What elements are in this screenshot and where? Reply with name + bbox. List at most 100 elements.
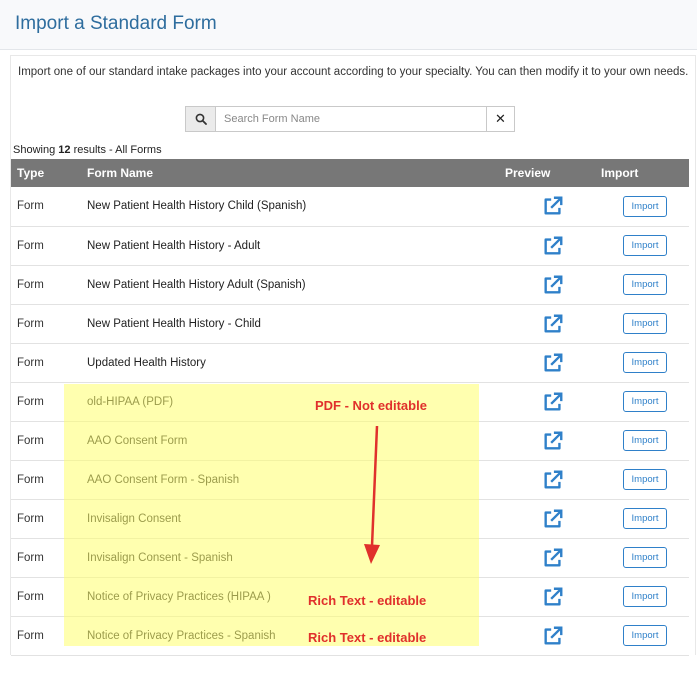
import-button[interactable]: Import xyxy=(623,625,667,646)
results-count: 12 xyxy=(58,144,71,156)
row-type: Form xyxy=(17,239,44,252)
row-import-cell: Import xyxy=(601,616,689,655)
import-button[interactable]: Import xyxy=(623,508,667,529)
row-import-cell: Import xyxy=(601,304,689,343)
column-header-type: Type xyxy=(17,166,45,180)
search-input[interactable] xyxy=(216,107,486,131)
row-form-name: Updated Health History xyxy=(87,356,206,369)
external-link-icon[interactable] xyxy=(542,195,564,217)
row-preview-cell xyxy=(505,187,601,226)
table-row: Form Updated Health History Import xyxy=(11,343,689,382)
table-row: Form AAO Consent Form Import xyxy=(11,421,689,460)
search-bar: ✕ xyxy=(185,106,515,132)
row-preview-cell xyxy=(505,577,601,616)
import-button[interactable]: Import xyxy=(623,547,667,568)
row-form-name: Notice of Privacy Practices (HIPAA ) xyxy=(87,590,271,603)
row-preview-cell xyxy=(505,499,601,538)
external-link-icon[interactable] xyxy=(542,391,564,413)
page-header: Import a Standard Form xyxy=(0,0,697,50)
rich-text-editable-note-2: Rich Text - editable xyxy=(308,630,427,645)
import-button[interactable]: Import xyxy=(623,469,667,490)
pdf-not-editable-note: PDF - Not editable xyxy=(315,398,427,413)
row-preview-cell xyxy=(505,304,601,343)
row-form-name: New Patient Health History - Adult xyxy=(87,239,261,252)
row-import-cell: Import xyxy=(601,265,689,304)
table-header-row: Type Form Name Preview Import xyxy=(11,159,689,187)
external-link-icon[interactable] xyxy=(542,352,564,374)
table-row: Form Invisalign Consent - Spanish Import xyxy=(11,538,689,577)
row-type: Form xyxy=(17,551,44,564)
column-header-name: Form Name xyxy=(87,166,154,180)
external-link-icon[interactable] xyxy=(542,469,564,491)
close-icon: ✕ xyxy=(495,111,506,126)
row-preview-cell xyxy=(505,265,601,304)
page-title: Import a Standard Form xyxy=(15,13,217,34)
row-type: Form xyxy=(17,629,44,642)
table-row: Form New Patient Health History Adult (Sp… xyxy=(11,265,689,304)
row-form-name: AAO Consent Form xyxy=(87,434,188,447)
row-type: Form xyxy=(17,395,44,408)
row-form-name: Notice of Privacy Practices - Spanish xyxy=(87,629,276,642)
import-button[interactable]: Import xyxy=(623,352,667,373)
row-type: Form xyxy=(17,590,44,603)
row-type: Form xyxy=(17,434,44,447)
search-icon xyxy=(195,113,207,125)
table-row: Form Invisalign Consent Import xyxy=(11,499,689,538)
external-link-icon[interactable] xyxy=(542,547,564,569)
intro-text: Import one of our standard intake packag… xyxy=(18,66,689,78)
row-import-cell: Import xyxy=(601,499,689,538)
import-button[interactable]: Import xyxy=(623,235,667,256)
row-import-cell: Import xyxy=(601,343,689,382)
row-import-cell: Import xyxy=(601,226,689,265)
rich-text-editable-note: Rich Text - editable xyxy=(308,593,427,608)
row-form-name: New Patient Health History - Child xyxy=(87,317,261,330)
row-form-name: Invisalign Consent - Spanish xyxy=(87,551,233,564)
import-button[interactable]: Import xyxy=(623,195,667,217)
column-header-preview: Preview xyxy=(505,166,551,180)
row-form-name: New Patient Health History Child (Spanis… xyxy=(87,200,307,213)
table-row: Form New Patient Health History - Child Im… xyxy=(11,304,689,343)
row-preview-cell xyxy=(505,421,601,460)
import-button[interactable]: Import xyxy=(623,586,667,607)
arrow-annotation xyxy=(364,425,380,564)
results-summary: Showing 12 results - All Forms xyxy=(13,144,162,156)
table-row: Form AAO Consent Form - Spanish Import xyxy=(11,460,689,499)
external-link-icon[interactable] xyxy=(542,274,564,296)
row-form-name: AAO Consent Form - Spanish xyxy=(87,473,240,486)
row-import-cell: Import xyxy=(601,421,689,460)
row-form-name: old-HIPAA (PDF) xyxy=(87,395,174,408)
external-link-icon[interactable] xyxy=(542,235,564,257)
search-button[interactable] xyxy=(186,107,216,131)
table-row: Form New Patient Health History Child (Sp… xyxy=(11,187,689,226)
row-type: Form xyxy=(17,200,44,213)
row-preview-cell xyxy=(505,538,601,577)
row-type: Form xyxy=(17,512,44,525)
column-header-import: Import xyxy=(601,166,639,180)
row-form-name: Invisalign Consent xyxy=(87,512,181,525)
table-row: Form New Patient Health History - Adult Im… xyxy=(11,226,689,265)
import-button[interactable]: Import xyxy=(623,391,667,412)
row-preview-cell xyxy=(505,460,601,499)
import-button[interactable]: Import xyxy=(623,430,667,451)
row-preview-cell xyxy=(505,226,601,265)
row-form-name: New Patient Health History Adult (Spanis… xyxy=(87,278,306,291)
external-link-icon[interactable] xyxy=(542,508,564,530)
row-import-cell: Import xyxy=(601,460,689,499)
row-type: Form xyxy=(17,278,44,291)
row-preview-cell xyxy=(505,343,601,382)
import-button[interactable]: Import xyxy=(623,274,667,295)
row-preview-cell xyxy=(505,382,601,421)
external-link-icon[interactable] xyxy=(542,625,564,647)
row-import-cell: Import xyxy=(601,382,689,421)
row-import-cell: Import xyxy=(601,187,689,226)
external-link-icon[interactable] xyxy=(542,430,564,452)
row-type: Form xyxy=(17,317,44,330)
row-type: Form xyxy=(17,473,44,486)
row-import-cell: Import xyxy=(601,577,689,616)
row-import-cell: Import xyxy=(601,538,689,577)
import-button[interactable]: Import xyxy=(623,313,667,334)
external-link-icon[interactable] xyxy=(542,586,564,608)
external-link-icon[interactable] xyxy=(542,313,564,335)
row-type: Form xyxy=(17,356,44,369)
clear-search-button[interactable]: ✕ xyxy=(486,107,514,131)
